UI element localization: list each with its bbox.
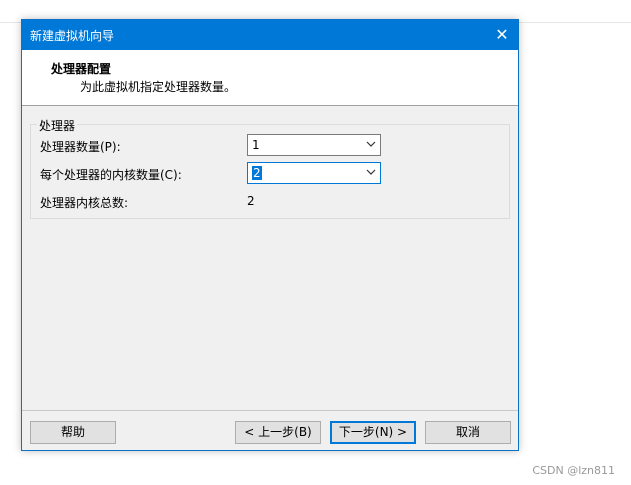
processor-count-label: 处理器数量(P): xyxy=(40,140,121,154)
back-button[interactable]: < 上一步(B) xyxy=(235,421,321,444)
chevron-down-icon xyxy=(366,141,376,147)
cores-per-processor-select[interactable]: 2 xyxy=(247,162,381,184)
total-cores-value: 2 xyxy=(247,194,255,208)
help-button[interactable]: 帮助 xyxy=(30,421,116,444)
page-title: 处理器配置 xyxy=(51,62,112,76)
window-title: 新建虚拟机向导 xyxy=(30,29,115,43)
processor-group-label: 处理器 xyxy=(37,117,78,134)
new-vm-wizard-dialog: 新建虚拟机向导 ✕ 处理器配置 为此虚拟机指定处理器数量。 处理器 处理器数量(… xyxy=(21,19,519,451)
processor-count-value: 1 xyxy=(252,138,260,152)
watermark: CSDN @lzn811 xyxy=(532,464,615,477)
processor-count-select[interactable]: 1 xyxy=(247,134,381,156)
total-cores-label: 处理器内核总数: xyxy=(40,196,129,210)
cancel-button[interactable]: 取消 xyxy=(425,421,511,444)
wizard-header: 处理器配置 为此虚拟机指定处理器数量。 xyxy=(22,50,518,106)
cores-value-wrapper: 2 xyxy=(252,166,262,180)
footer-divider xyxy=(22,410,518,411)
page-subtitle: 为此虚拟机指定处理器数量。 xyxy=(80,80,237,94)
cores-per-processor-label: 每个处理器的内核数量(C): xyxy=(40,168,182,182)
chevron-down-icon xyxy=(366,169,376,175)
close-icon[interactable]: ✕ xyxy=(486,20,518,50)
next-button[interactable]: 下一步(N) > xyxy=(330,421,416,444)
cores-per-processor-value: 2 xyxy=(252,166,262,180)
title-bar[interactable]: 新建虚拟机向导 ✕ xyxy=(22,20,518,50)
